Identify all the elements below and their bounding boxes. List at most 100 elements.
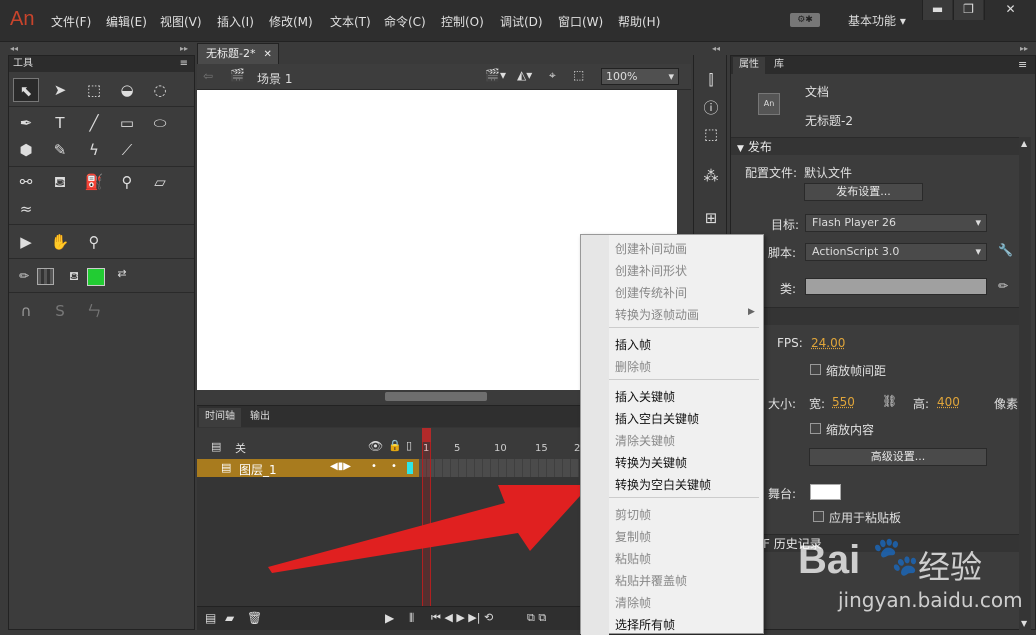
info-icon[interactable]: ⓘ [694,95,728,121]
menu-modify[interactable]: 修改(M) [269,13,313,30]
menu-create-motion-tween[interactable]: 创建补间动画 [615,240,687,257]
publish-section-header[interactable]: ▼ 发布 [731,137,1019,155]
tab-timeline[interactable]: 时间轴 [199,408,241,427]
scale-content-checkbox[interactable] [810,423,821,434]
edit-class-icon[interactable]: ✏ [998,279,1008,293]
playhead-handle[interactable] [422,428,431,442]
workspace-switcher[interactable]: 基本功能 ▾ [848,12,906,29]
menu-help[interactable]: 帮助(H) [618,13,660,30]
expand-tools-icon[interactable]: ▸▸ [180,44,188,53]
width-value[interactable]: 550 [832,395,855,409]
workspace-sync-icon[interactable]: ⚙✱ [790,13,820,27]
camera-tool-icon[interactable]: ▶ [13,230,39,254]
minimize-button[interactable]: ▬ [922,0,952,20]
outline-all-layers-icon[interactable]: ▯ [406,439,412,452]
panel-menu-icon[interactable]: ≡ [1018,58,1027,71]
menu-clear-keyframe[interactable]: 清除关键帧 [615,432,675,449]
maximize-button[interactable]: ❐ [953,0,983,20]
back-arrow-icon[interactable]: ⇦ [203,69,213,83]
menu-insert-keyframe[interactable]: 插入关键帧 [615,388,675,405]
stroke-color-icon[interactable]: ✏ [11,264,37,288]
class-input[interactable] [805,278,987,295]
parenting-icon[interactable]: ⦀ [409,611,414,626]
stage-color-swatch[interactable] [810,484,841,500]
menu-text[interactable]: 文本(T) [330,13,371,30]
text-tool-icon[interactable]: T [47,111,73,135]
lasso-tool-icon[interactable]: ◌ [147,78,173,102]
delete-layer-icon[interactable]: 🗑 [247,611,262,625]
3d-rotation-tool-icon[interactable]: ◒ [114,78,140,102]
fill-swatch[interactable] [87,268,105,286]
menu-insert-blank-keyframe[interactable]: 插入空白关键帧 [615,410,699,427]
document-tab[interactable]: 无标题-2* ✕ [197,43,279,64]
menu-paste-frames[interactable]: 粘贴帧 [615,550,651,567]
close-window-button[interactable]: ✕ [984,0,1036,20]
height-value[interactable]: 400 [937,395,960,409]
fps-value[interactable]: 24.00 [811,336,845,350]
new-layer-icon[interactable]: ▤ [205,611,216,625]
menu-file[interactable]: 文件(F) [51,13,91,30]
link-icon[interactable]: ⛓ [882,394,897,408]
menu-remove-frames[interactable]: 删除帧 [615,358,651,375]
swatches-icon[interactable]: ⁂ [694,163,728,189]
selection-tool-icon[interactable]: ⬉ [13,78,39,102]
advanced-settings-button[interactable]: 高级设置... [809,448,987,466]
playback-controls[interactable]: ⏮ ◀ ▶ ▶| ⟲ [431,611,493,625]
transform-icon[interactable]: ⬚ [694,121,728,147]
menu-view[interactable]: 视图(V) [160,13,202,30]
stroke-swatch[interactable] [37,268,54,285]
menu-select-all-frames[interactable]: 选择所有帧 [615,616,675,633]
straighten-icon[interactable]: ㄣ [81,299,107,323]
lock-all-layers-icon[interactable]: 🔒 [388,439,402,452]
align-icon[interactable]: ⫿ [694,67,728,93]
menu-copy-frames[interactable]: 复制帧 [615,528,651,545]
onion-skin-icon[interactable]: ⧉ ⧉ [527,611,546,625]
wrench-icon[interactable]: 🔧 [998,243,1013,257]
script-select[interactable]: ActionScript 3.0 ▾ [805,243,987,261]
eyedropper-tool-icon[interactable]: ⚲ [114,170,140,194]
menu-clear-frames[interactable]: 清除帧 [615,594,651,611]
menu-edit[interactable]: 编辑(E) [106,13,147,30]
swap-colors-icon[interactable]: ⇄ [109,262,135,286]
snap-magnet-icon[interactable]: ∩ [13,299,39,323]
fill-color-icon[interactable]: ⛾ [61,264,87,288]
free-transform-tool-icon[interactable]: ⬚ [81,78,107,102]
show-all-layers-icon[interactable]: 👁 [368,439,383,453]
tab-properties[interactable]: 属性 [733,57,765,74]
menu-create-classic-tween[interactable]: 创建传统补间 [615,284,687,301]
brush-tool-icon[interactable]: ϟ [81,138,107,162]
edit-symbols-icon[interactable]: ◭▾ [517,68,532,82]
components-icon[interactable]: ⊞ [694,205,728,231]
menu-convert-to-blank-keyframe[interactable]: 转换为空白关键帧 [615,476,711,493]
tab-library[interactable]: 库 [768,57,790,74]
center-stage-icon[interactable]: ⌖ [549,68,556,83]
menu-commands[interactable]: 命令(C) [384,13,426,30]
bone-tool-icon[interactable]: ⚯ [13,170,39,194]
target-select[interactable]: Flash Player 26 ▾ [805,214,987,232]
menu-paste-overwrite-frames[interactable]: 粘贴并覆盖帧 [615,572,687,589]
oval-tool-icon[interactable]: ⬭ [147,111,173,135]
menu-control[interactable]: 控制(O) [441,13,484,30]
pencil-tool-icon[interactable]: ✎ [47,138,73,162]
expand-panels-icon[interactable]: ▸▸ [1020,44,1028,53]
clip-content-icon[interactable]: ⬚ [573,68,584,82]
edit-scene-icon[interactable]: 🎬▾ [485,68,506,82]
scale-spans-checkbox[interactable] [810,364,821,375]
width-tool-icon[interactable]: ≈ [13,197,39,221]
pen-tool-icon[interactable]: ✒ [13,111,39,135]
paint-bucket-tool-icon[interactable]: ⛾ [47,170,73,194]
line-tool-icon[interactable]: ╱ [81,111,107,135]
menu-cut-frames[interactable]: 剪切帧 [615,506,651,523]
menu-convert-to-keyframe[interactable]: 转换为关键帧 [615,454,687,471]
camera-toggle-icon[interactable]: ▶ [385,611,394,625]
ink-bottle-tool-icon[interactable]: ⛽ [81,170,107,194]
subselection-tool-icon[interactable]: ➤ [47,78,73,102]
menu-convert-frame-by-frame[interactable]: 转换为逐帧动画 [615,306,699,323]
rectangle-tool-icon[interactable]: ▭ [114,111,140,135]
properties-section-header[interactable]: 性 [731,307,1019,325]
menu-insert[interactable]: 插入(I) [217,13,254,30]
menu-debug[interactable]: 调试(D) [500,13,543,30]
zoom-tool-icon[interactable]: ⚲ [81,230,107,254]
polystar-tool-icon[interactable]: ⬢ [13,138,39,162]
menu-insert-frame[interactable]: 插入帧 [615,336,651,353]
